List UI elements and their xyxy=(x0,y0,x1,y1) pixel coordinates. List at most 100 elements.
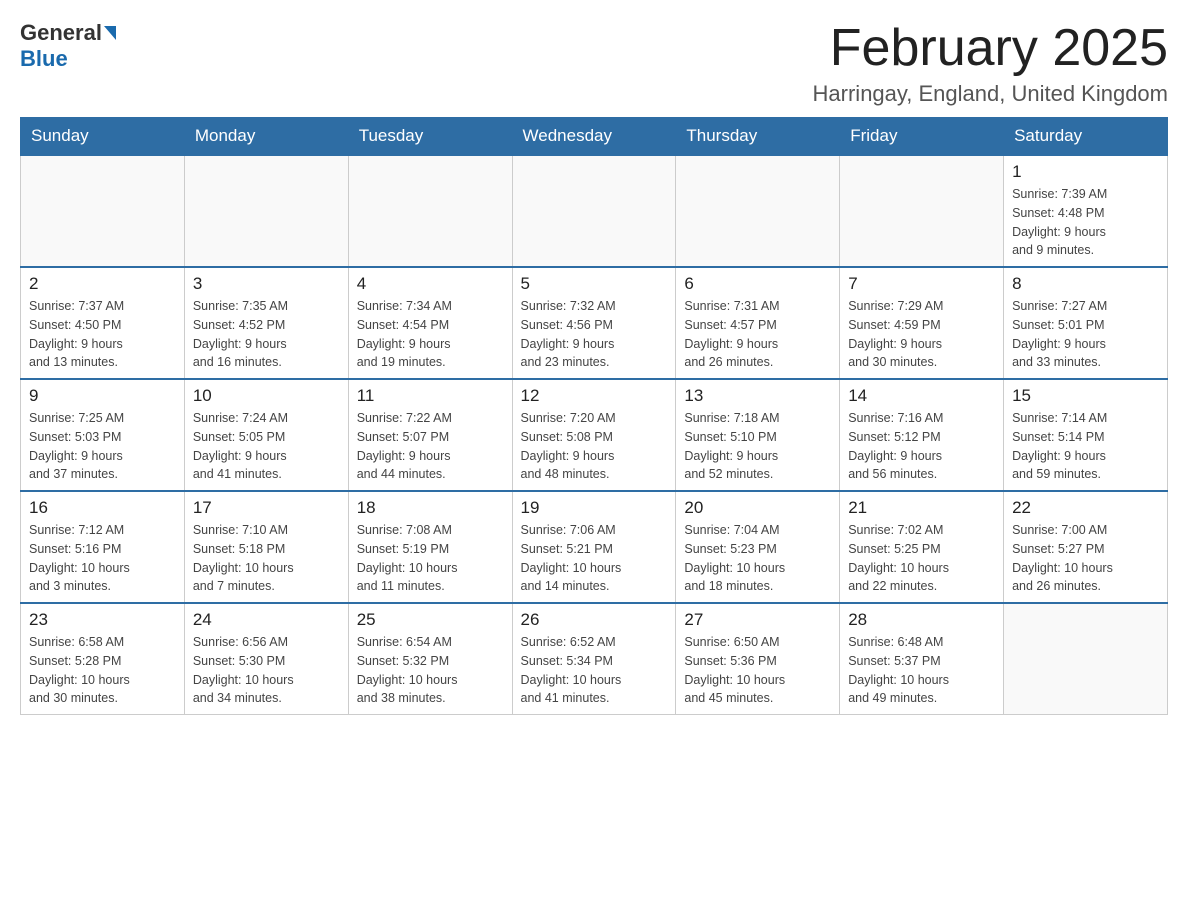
day-info: Sunrise: 7:04 AM Sunset: 5:23 PM Dayligh… xyxy=(684,521,831,596)
logo: General Blue xyxy=(20,20,117,72)
day-info: Sunrise: 7:25 AM Sunset: 5:03 PM Dayligh… xyxy=(29,409,176,484)
day-info: Sunrise: 7:20 AM Sunset: 5:08 PM Dayligh… xyxy=(521,409,668,484)
logo-arrow-icon xyxy=(104,26,116,40)
day-info: Sunrise: 7:32 AM Sunset: 4:56 PM Dayligh… xyxy=(521,297,668,372)
calendar-cell: 26 Sunrise: 6:52 AM Sunset: 5:34 PM Dayli… xyxy=(512,603,676,715)
calendar-cell: 11Sunrise: 7:22 AM Sunset: 5:07 PM Dayli… xyxy=(348,379,512,491)
calendar-cell xyxy=(348,155,512,267)
calendar-cell: 3Sunrise: 7:35 AM Sunset: 4:52 PM Daylig… xyxy=(184,267,348,379)
day-number: 20 xyxy=(684,498,831,518)
calendar-cell: 8Sunrise: 7:27 AM Sunset: 5:01 PM Daylig… xyxy=(1004,267,1168,379)
weekday-header-saturday: Saturday xyxy=(1004,118,1168,156)
calendar-cell: 25 Sunrise: 6:54 AM Sunset: 5:32 PM Dayli… xyxy=(348,603,512,715)
day-number: 25 xyxy=(357,610,504,630)
calendar-table: SundayMondayTuesdayWednesdayThursdayFrid… xyxy=(20,117,1168,715)
calendar-cell: 14Sunrise: 7:16 AM Sunset: 5:12 PM Dayli… xyxy=(840,379,1004,491)
day-info: Sunrise: 7:29 AM Sunset: 4:59 PM Dayligh… xyxy=(848,297,995,372)
calendar-cell xyxy=(676,155,840,267)
day-number: 10 xyxy=(193,386,340,406)
day-info: Sunrise: 7:06 AM Sunset: 5:21 PM Dayligh… xyxy=(521,521,668,596)
weekday-header-tuesday: Tuesday xyxy=(348,118,512,156)
calendar-cell: 27Sunrise: 6:50 AM Sunset: 5:36 PM Dayli… xyxy=(676,603,840,715)
calendar-cell: 1 Sunrise: 7:39 AM Sunset: 4:48 PM Daylig… xyxy=(1004,155,1168,267)
calendar-cell: 6 Sunrise: 7:31 AM Sunset: 4:57 PM Daylig… xyxy=(676,267,840,379)
calendar-cell xyxy=(21,155,185,267)
day-info: Sunrise: 7:08 AM Sunset: 5:19 PM Dayligh… xyxy=(357,521,504,596)
weekday-header-row: SundayMondayTuesdayWednesdayThursdayFrid… xyxy=(21,118,1168,156)
day-number: 22 xyxy=(1012,498,1159,518)
day-info: Sunrise: 7:22 AM Sunset: 5:07 PM Dayligh… xyxy=(357,409,504,484)
day-number: 17 xyxy=(193,498,340,518)
logo-general-text: General xyxy=(20,20,102,46)
title-section: February 2025 Harringay, England, United… xyxy=(813,20,1168,107)
day-number: 16 xyxy=(29,498,176,518)
week-row-2: 2 Sunrise: 7:37 AM Sunset: 4:50 PM Daylig… xyxy=(21,267,1168,379)
week-row-4: 16 Sunrise: 7:12 AM Sunset: 5:16 PM Dayli… xyxy=(21,491,1168,603)
calendar-cell: 18 Sunrise: 7:08 AM Sunset: 5:19 PM Dayli… xyxy=(348,491,512,603)
calendar-cell: 17 Sunrise: 7:10 AM Sunset: 5:18 PM Dayli… xyxy=(184,491,348,603)
day-number: 6 xyxy=(684,274,831,294)
day-info: Sunrise: 6:54 AM Sunset: 5:32 PM Dayligh… xyxy=(357,633,504,708)
calendar-cell: 4Sunrise: 7:34 AM Sunset: 4:54 PM Daylig… xyxy=(348,267,512,379)
day-number: 8 xyxy=(1012,274,1159,294)
day-info: Sunrise: 7:14 AM Sunset: 5:14 PM Dayligh… xyxy=(1012,409,1159,484)
day-number: 24 xyxy=(193,610,340,630)
day-info: Sunrise: 7:12 AM Sunset: 5:16 PM Dayligh… xyxy=(29,521,176,596)
calendar-cell: 9 Sunrise: 7:25 AM Sunset: 5:03 PM Daylig… xyxy=(21,379,185,491)
calendar-cell: 21Sunrise: 7:02 AM Sunset: 5:25 PM Dayli… xyxy=(840,491,1004,603)
calendar-cell xyxy=(840,155,1004,267)
calendar-cell: 20 Sunrise: 7:04 AM Sunset: 5:23 PM Dayli… xyxy=(676,491,840,603)
weekday-header-monday: Monday xyxy=(184,118,348,156)
day-number: 23 xyxy=(29,610,176,630)
day-number: 14 xyxy=(848,386,995,406)
day-number: 12 xyxy=(521,386,668,406)
day-info: Sunrise: 6:48 AM Sunset: 5:37 PM Dayligh… xyxy=(848,633,995,708)
logo-blue-text: Blue xyxy=(20,46,68,71)
calendar-cell: 7 Sunrise: 7:29 AM Sunset: 4:59 PM Daylig… xyxy=(840,267,1004,379)
day-info: Sunrise: 7:00 AM Sunset: 5:27 PM Dayligh… xyxy=(1012,521,1159,596)
calendar-cell: 19 Sunrise: 7:06 AM Sunset: 5:21 PM Dayli… xyxy=(512,491,676,603)
day-info: Sunrise: 7:35 AM Sunset: 4:52 PM Dayligh… xyxy=(193,297,340,372)
day-info: Sunrise: 7:31 AM Sunset: 4:57 PM Dayligh… xyxy=(684,297,831,372)
day-info: Sunrise: 6:52 AM Sunset: 5:34 PM Dayligh… xyxy=(521,633,668,708)
day-info: Sunrise: 7:39 AM Sunset: 4:48 PM Dayligh… xyxy=(1012,185,1159,260)
calendar-cell: 15Sunrise: 7:14 AM Sunset: 5:14 PM Dayli… xyxy=(1004,379,1168,491)
week-row-3: 9 Sunrise: 7:25 AM Sunset: 5:03 PM Daylig… xyxy=(21,379,1168,491)
day-info: Sunrise: 7:24 AM Sunset: 5:05 PM Dayligh… xyxy=(193,409,340,484)
day-number: 9 xyxy=(29,386,176,406)
calendar-cell: 10 Sunrise: 7:24 AM Sunset: 5:05 PM Dayli… xyxy=(184,379,348,491)
day-number: 1 xyxy=(1012,162,1159,182)
day-info: Sunrise: 6:50 AM Sunset: 5:36 PM Dayligh… xyxy=(684,633,831,708)
day-number: 19 xyxy=(521,498,668,518)
weekday-header-sunday: Sunday xyxy=(21,118,185,156)
day-info: Sunrise: 7:34 AM Sunset: 4:54 PM Dayligh… xyxy=(357,297,504,372)
day-number: 7 xyxy=(848,274,995,294)
day-number: 21 xyxy=(848,498,995,518)
day-info: Sunrise: 6:58 AM Sunset: 5:28 PM Dayligh… xyxy=(29,633,176,708)
day-number: 13 xyxy=(684,386,831,406)
day-number: 26 xyxy=(521,610,668,630)
page-header: General Blue February 2025 Harringay, En… xyxy=(20,20,1168,107)
day-info: Sunrise: 6:56 AM Sunset: 5:30 PM Dayligh… xyxy=(193,633,340,708)
day-info: Sunrise: 7:37 AM Sunset: 4:50 PM Dayligh… xyxy=(29,297,176,372)
week-row-1: 1 Sunrise: 7:39 AM Sunset: 4:48 PM Daylig… xyxy=(21,155,1168,267)
week-row-5: 23 Sunrise: 6:58 AM Sunset: 5:28 PM Dayli… xyxy=(21,603,1168,715)
day-number: 2 xyxy=(29,274,176,294)
weekday-header-wednesday: Wednesday xyxy=(512,118,676,156)
calendar-cell xyxy=(512,155,676,267)
day-number: 28 xyxy=(848,610,995,630)
calendar-cell: 5 Sunrise: 7:32 AM Sunset: 4:56 PM Daylig… xyxy=(512,267,676,379)
calendar-cell: 23 Sunrise: 6:58 AM Sunset: 5:28 PM Dayli… xyxy=(21,603,185,715)
day-info: Sunrise: 7:10 AM Sunset: 5:18 PM Dayligh… xyxy=(193,521,340,596)
calendar-cell: 2 Sunrise: 7:37 AM Sunset: 4:50 PM Daylig… xyxy=(21,267,185,379)
calendar-cell: 13 Sunrise: 7:18 AM Sunset: 5:10 PM Dayli… xyxy=(676,379,840,491)
day-info: Sunrise: 7:18 AM Sunset: 5:10 PM Dayligh… xyxy=(684,409,831,484)
location-text: Harringay, England, United Kingdom xyxy=(813,81,1168,107)
weekday-header-friday: Friday xyxy=(840,118,1004,156)
day-number: 5 xyxy=(521,274,668,294)
calendar-cell: 28 Sunrise: 6:48 AM Sunset: 5:37 PM Dayli… xyxy=(840,603,1004,715)
month-title: February 2025 xyxy=(813,20,1168,77)
calendar-cell xyxy=(184,155,348,267)
calendar-cell xyxy=(1004,603,1168,715)
day-number: 18 xyxy=(357,498,504,518)
